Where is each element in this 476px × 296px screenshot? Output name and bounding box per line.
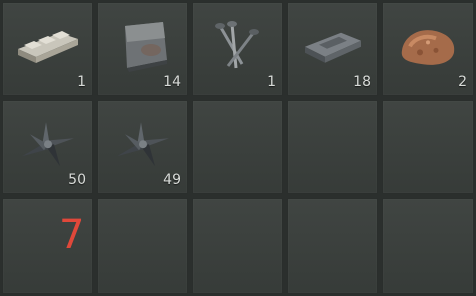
inventory-slot-13[interactable] — [192, 198, 283, 294]
inventory-slot-1[interactable]: 1 — [2, 2, 93, 96]
inventory-slot-10[interactable] — [382, 100, 474, 194]
inventory-slot-6[interactable]: 50 — [2, 100, 93, 194]
quantity-label: 14 — [163, 74, 181, 90]
inventory-slot-8[interactable] — [192, 100, 283, 194]
quantity-label: 18 — [353, 74, 371, 90]
inventory-slot-7[interactable]: 49 — [97, 100, 188, 194]
inventory-slot-14[interactable] — [287, 198, 378, 294]
quantity-label: 50 — [68, 172, 86, 188]
inventory-slot-15[interactable] — [382, 198, 474, 294]
inventory-slot-11[interactable]: 7 — [2, 198, 93, 294]
inventory-slot-2[interactable]: 14 — [97, 2, 188, 96]
quantity-label: 1 — [267, 74, 276, 90]
inventory-grid: 1 14 1 18 2 50 49 7 — [0, 0, 476, 296]
quantity-label: 2 — [458, 74, 467, 90]
inventory-slot-4[interactable]: 18 — [287, 2, 378, 96]
inventory-slot-5[interactable]: 2 — [382, 2, 474, 96]
quantity-label: 49 — [163, 172, 181, 188]
quantity-label: 1 — [77, 74, 86, 90]
inventory-slot-9[interactable] — [287, 100, 378, 194]
inventory-slot-3[interactable]: 1 — [192, 2, 283, 96]
inventory-slot-12[interactable] — [97, 198, 188, 294]
hotkey-number: 7 — [59, 212, 85, 258]
